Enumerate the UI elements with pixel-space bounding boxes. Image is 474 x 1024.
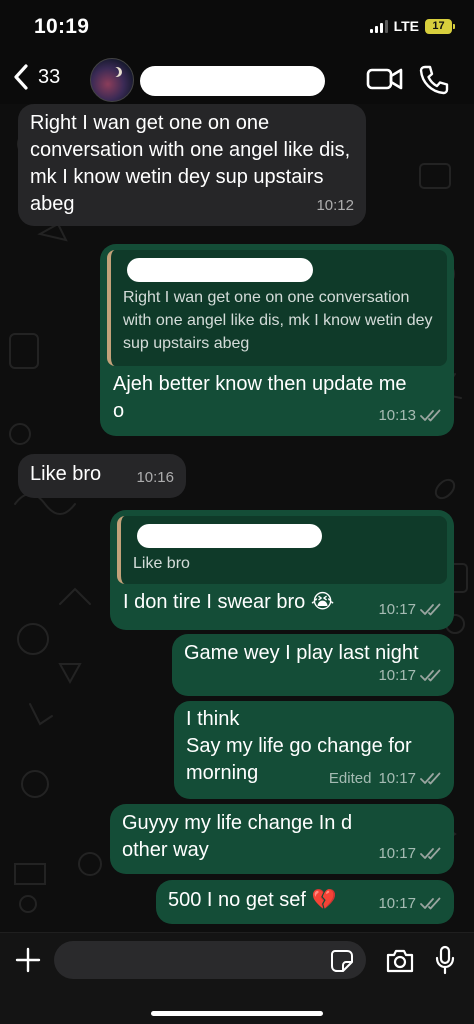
microphone-icon[interactable]	[434, 945, 456, 975]
message-time: 10:17	[378, 895, 416, 912]
back-button[interactable]: 33	[10, 62, 60, 92]
message-time: 10:17	[378, 601, 416, 618]
message-outgoing[interactable]: 500 I no get sef 💔 10:17	[156, 880, 454, 924]
read-receipt-icon	[420, 669, 441, 681]
contact-name-redacted[interactable]	[140, 66, 325, 96]
message-meta: 10:16	[136, 464, 174, 491]
message-outgoing[interactable]: Guyyy my life change In d other way 10:1…	[110, 804, 454, 874]
status-time: 10:19	[34, 15, 90, 38]
message-input[interactable]	[54, 941, 366, 979]
battery-level: 17	[432, 20, 445, 32]
status-bar: 10:19 LTE 17	[0, 0, 474, 56]
chat-header: 33	[0, 56, 474, 104]
quoted-text: Right I wan get one on one conversation …	[123, 289, 433, 352]
sticker-icon[interactable]	[330, 949, 354, 973]
status-indicators: LTE 17	[369, 18, 455, 34]
quoted-sender-redacted	[137, 524, 322, 548]
plus-icon[interactable]	[14, 946, 42, 974]
quoted-message[interactable]: Like bro	[117, 516, 447, 584]
message-time: 10:12	[316, 197, 354, 214]
read-receipt-icon	[420, 847, 441, 859]
phone-call-icon[interactable]	[418, 64, 450, 96]
video-call-icon[interactable]	[366, 64, 404, 94]
message-time: 10:17	[378, 667, 416, 684]
message-meta: 10:12	[316, 192, 354, 219]
message-incoming[interactable]: Like bro 10:16	[18, 454, 186, 498]
message-meta: 10:17	[378, 840, 442, 867]
message-time: 10:17	[378, 770, 416, 787]
read-receipt-icon	[420, 603, 441, 615]
network-type: LTE	[393, 18, 419, 34]
quoted-text: Like bro	[133, 555, 190, 572]
unread-count: 33	[38, 65, 61, 88]
message-outgoing[interactable]: Game wey I play last night 10:17	[172, 634, 454, 696]
battery-icon: 17	[425, 18, 455, 34]
message-time: 10:13	[378, 407, 416, 424]
message-text: Guyyy my life change In d other way	[122, 812, 353, 861]
message-incoming[interactable]: Right I wan get one on one conversation …	[18, 104, 366, 226]
message-time: 10:16	[136, 469, 174, 486]
message-meta: 10:17	[378, 890, 442, 917]
message-composer	[0, 932, 474, 1024]
message-outgoing[interactable]: Like bro I don tire I swear bro 😭 10:17	[110, 510, 454, 630]
message-time: 10:17	[378, 845, 416, 862]
back-chevron-icon	[14, 64, 28, 90]
read-receipt-icon	[420, 772, 441, 784]
quoted-sender-redacted	[127, 258, 313, 282]
message-meta: Edited 10:17	[329, 765, 442, 792]
edited-label: Edited	[328, 770, 372, 787]
message-meta: 10:13	[378, 402, 442, 429]
read-receipt-icon	[420, 409, 441, 421]
chat-area[interactable]: Right I wan get one on one conversation …	[0, 104, 474, 932]
contact-avatar[interactable]	[90, 58, 134, 102]
message-text: Right I wan get one on one conversation …	[30, 112, 351, 215]
message-outgoing[interactable]: I think Say my life go change for mornin…	[174, 701, 454, 799]
camera-icon[interactable]	[385, 948, 415, 974]
quoted-message[interactable]: Right I wan get one on one conversation …	[107, 250, 447, 366]
message-outgoing[interactable]: Right I wan get one on one conversation …	[100, 244, 454, 436]
read-receipt-icon	[420, 897, 441, 909]
signal-strength-icon	[369, 19, 388, 33]
message-meta: 10:17	[378, 596, 442, 623]
message-meta: 10:17	[378, 662, 442, 689]
home-indicator	[151, 1011, 323, 1016]
